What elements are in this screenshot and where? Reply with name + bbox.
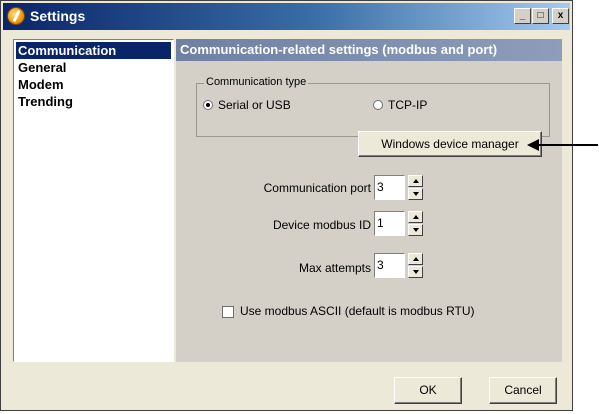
spin-down-icon[interactable]	[408, 224, 423, 236]
panel-header: Communication-related settings (modbus a…	[176, 39, 562, 61]
spin-down-icon[interactable]	[408, 188, 423, 200]
windows-device-manager-button[interactable]: Windows device manager	[358, 131, 542, 157]
max-attempts-input[interactable]: 3	[374, 253, 405, 278]
minimize-button[interactable]: _	[514, 8, 531, 24]
modbus-id-input[interactable]: 1	[374, 211, 405, 236]
max-attempts-label: Max attempts	[298, 261, 371, 275]
spin-up-icon[interactable]	[408, 175, 423, 187]
sidebar-item-communication[interactable]: Communication	[16, 42, 171, 59]
annotation-arrow-line	[538, 144, 598, 146]
window-title: Settings	[30, 8, 86, 24]
communication-type-group: Communication type Serial or USB TCP-IP	[196, 76, 550, 137]
max-attempts-spinner[interactable]	[408, 253, 423, 278]
sidebar: Communication General Modem Trending	[13, 39, 174, 362]
modbus-ascii-label[interactable]: Use modbus ASCII (default is modbus RTU)	[240, 304, 475, 318]
settings-window: Settings _ □ x Communication General Mod…	[0, 0, 573, 411]
app-icon	[7, 7, 25, 25]
maximize-button[interactable]: □	[532, 8, 549, 24]
radio-unselected-icon	[373, 100, 383, 110]
comm-port-spinner[interactable]	[408, 175, 423, 200]
close-button[interactable]: x	[552, 8, 569, 24]
spin-down-icon[interactable]	[408, 266, 423, 278]
spin-up-icon[interactable]	[408, 253, 423, 265]
modbus-id-spinner[interactable]	[408, 211, 423, 236]
sidebar-item-modem[interactable]: Modem	[16, 76, 171, 93]
radio-label: Serial or USB	[218, 98, 291, 112]
group-title: Communication type	[204, 76, 309, 88]
cancel-button[interactable]: Cancel	[489, 377, 557, 404]
sidebar-item-trending[interactable]: Trending	[16, 93, 171, 110]
spin-up-icon[interactable]	[408, 211, 423, 223]
radio-label: TCP-IP	[388, 98, 428, 112]
title-bar[interactable]: Settings _ □ x	[3, 3, 570, 30]
sidebar-item-general[interactable]: General	[16, 59, 171, 76]
modbus-id-label: Device modbus ID	[272, 218, 371, 232]
ok-button[interactable]: OK	[394, 377, 462, 404]
settings-panel: Communication-related settings (modbus a…	[176, 39, 562, 362]
comm-port-input[interactable]: 3	[374, 175, 405, 200]
annotation-arrow-icon	[527, 139, 539, 151]
radio-selected-icon	[203, 100, 213, 110]
modbus-ascii-checkbox[interactable]	[222, 306, 234, 318]
comm-port-label: Communication port	[263, 181, 371, 195]
